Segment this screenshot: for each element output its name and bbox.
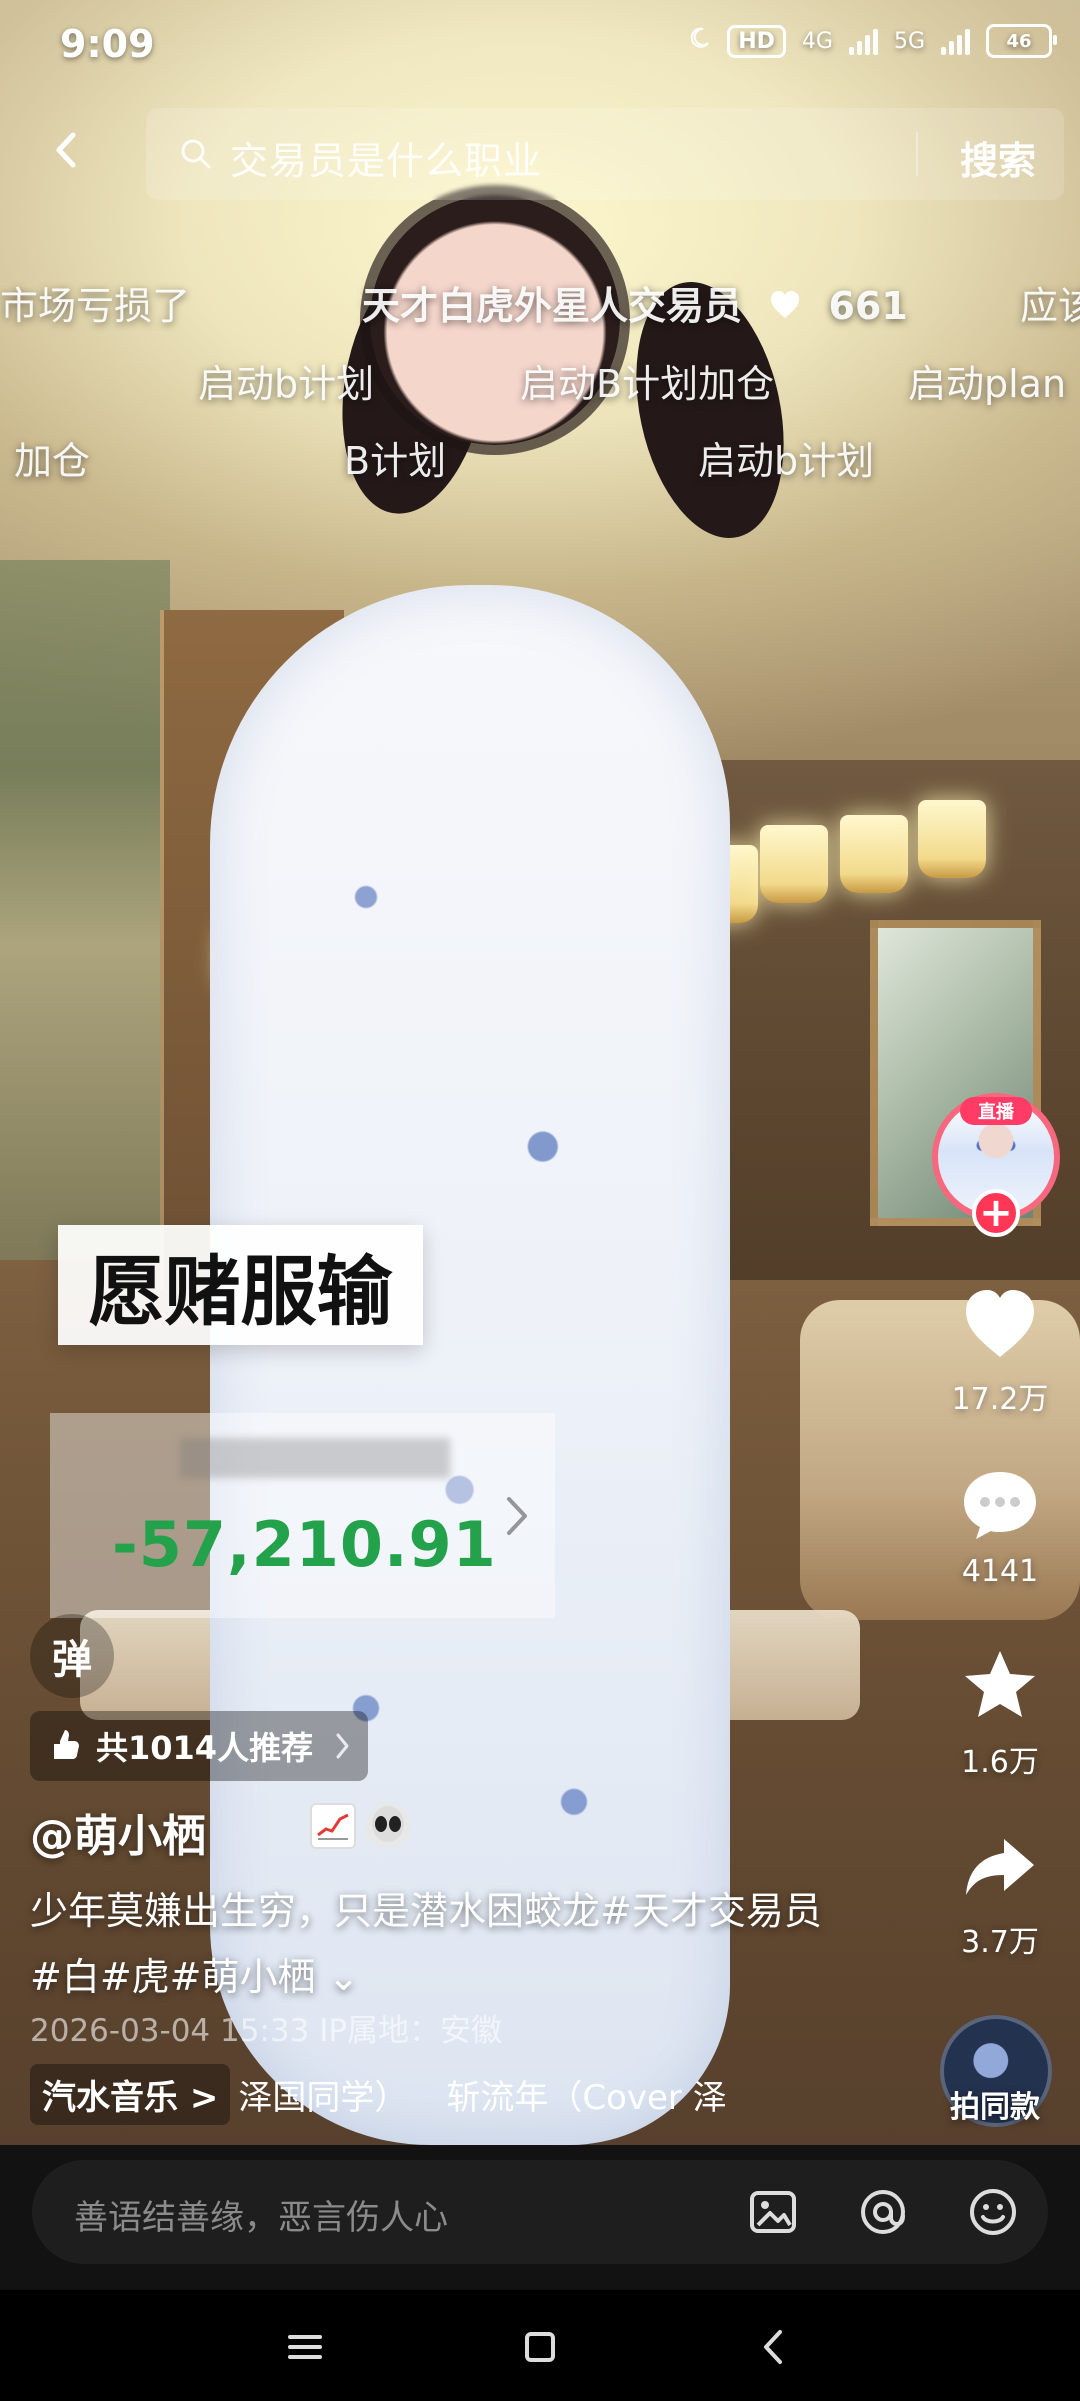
live-badge: 直播 xyxy=(960,1097,1032,1125)
system-nav-bar xyxy=(0,2290,1080,2401)
loss-card: -57,210.91 xyxy=(50,1413,555,1618)
danmaku-like-count: 661 xyxy=(828,284,908,328)
comment-button[interactable]: 4141 xyxy=(930,1460,1070,1589)
chevron-right-icon xyxy=(499,1489,535,1543)
recommend-chip[interactable]: 共1014人推荐 xyxy=(30,1711,368,1781)
expand-caption-icon[interactable]: ⌄ xyxy=(328,1955,360,1999)
emoji-icon[interactable] xyxy=(962,2181,1024,2243)
caption-text: 少年莫嫌出生穷，只是潜水困蛟龙#天才交易员#白#虎#萌小栖 xyxy=(30,1889,822,1999)
danmaku-item: 应该 xyxy=(1020,284,1080,328)
author-name[interactable]: @萌小栖 xyxy=(30,1800,206,1864)
like-count: 17.2万 xyxy=(951,1382,1049,1417)
video-detail-screen: 9:09 HD 4G 5G 46 交易员是什么职业 搜索 市场亏损了 天才白虎外… xyxy=(0,0,1080,2401)
favorite-count: 1.6万 xyxy=(961,1745,1039,1780)
share-icon xyxy=(966,1839,1034,1895)
danmaku-item: 天才白虎外星人交易员 661 xyxy=(362,275,908,330)
comment-icon xyxy=(964,1472,1036,1539)
star-icon xyxy=(965,1651,1035,1717)
danmaku-toggle-button[interactable]: 弹 xyxy=(30,1614,114,1698)
heart-icon xyxy=(966,1290,1034,1357)
lamp-shade xyxy=(840,815,908,893)
signal-icon xyxy=(848,27,878,55)
comment-count: 4141 xyxy=(961,1554,1039,1589)
search-button[interactable]: 搜索 xyxy=(960,130,1036,185)
left-wall-decor xyxy=(0,560,170,1260)
share-count: 3.7万 xyxy=(961,1925,1039,1960)
follow-button[interactable]: + xyxy=(972,1189,1020,1237)
chart-emoji-icon xyxy=(310,1803,356,1849)
danmaku-item: 启动b计划 xyxy=(698,439,875,483)
danmaku-item: 启动b计划 xyxy=(198,362,375,406)
danmaku-text: 天才白虎外星人交易员 xyxy=(362,284,743,328)
status-icons: HD 4G 5G 46 xyxy=(687,24,1057,58)
lamp-shade xyxy=(760,825,828,903)
back-icon[interactable] xyxy=(38,120,98,180)
search-divider xyxy=(916,132,918,176)
status-time: 9:09 xyxy=(60,22,155,66)
alien-emoji-icon xyxy=(366,1804,410,1848)
share-button[interactable]: 3.7万 xyxy=(930,1823,1070,1961)
post-caption: 少年莫嫌出生穷，只是潜水困蛟龙#天才交易员#白#虎#萌小栖 ⌄ xyxy=(30,1878,850,2010)
battery-indicator: 46 xyxy=(986,24,1057,58)
status-bar: 9:09 HD 4G 5G 46 xyxy=(0,0,1080,96)
moon-icon xyxy=(687,26,711,56)
network-5g-label: 5G xyxy=(893,28,925,54)
comment-placeholder[interactable]: 善语结善缘，恶言伤人心 xyxy=(74,2190,448,2239)
home-icon[interactable] xyxy=(515,2322,565,2372)
thumb-up-icon xyxy=(46,1727,84,1765)
at-icon[interactable] xyxy=(852,2181,914,2243)
lamp-shade xyxy=(918,800,986,878)
nav-back-icon[interactable] xyxy=(750,2322,800,2372)
music-track: 斩流年（Cover 泽 xyxy=(446,2077,727,2118)
bet-text-overlay: 愿赌服输 xyxy=(58,1225,423,1345)
author-emojis xyxy=(310,1803,410,1849)
comment-input[interactable]: 善语结善缘，恶言伤人心 xyxy=(32,2160,1048,2264)
danmaku-item: 启动B计划加仓 xyxy=(520,362,775,406)
favorite-button[interactable]: 1.6万 xyxy=(930,1643,1070,1781)
loss-value: -57,210.91 xyxy=(112,1508,497,1581)
image-icon[interactable] xyxy=(742,2181,804,2243)
network-4g-label: 4G xyxy=(801,28,833,54)
menu-icon[interactable] xyxy=(280,2322,330,2372)
signal-icon xyxy=(941,27,970,55)
search-bar[interactable]: 交易员是什么职业 搜索 xyxy=(146,108,1064,200)
chevron-right-icon xyxy=(334,1731,352,1761)
search-input[interactable]: 交易员是什么职业 xyxy=(230,130,542,185)
post-meta: 2026-03-04 15:33 IP属地：安徽 xyxy=(30,2013,503,2049)
music-row[interactable]: 汽水音乐 > 泽国同学） 斩流年（Cover 泽 xyxy=(30,2063,765,2125)
search-icon xyxy=(178,136,214,172)
danmaku-item: 启动plan xyxy=(908,362,1067,406)
heart-icon xyxy=(767,287,803,323)
recommend-text: 共1014人推荐 xyxy=(96,1729,314,1767)
danmaku-item: B计划 xyxy=(344,439,447,483)
creator-avatar-wrap[interactable]: 直播 + xyxy=(932,1093,1060,1237)
network-hd-badge: HD xyxy=(727,24,786,58)
blurred-label xyxy=(180,1438,450,1478)
music-chip[interactable]: 汽水音乐 > xyxy=(30,2063,231,2125)
music-track: 泽国同学） xyxy=(238,2077,409,2118)
like-button[interactable]: 17.2万 xyxy=(930,1280,1070,1418)
danmaku-item: 加仓 xyxy=(14,439,91,483)
same-style-label[interactable]: 拍同款 xyxy=(930,2082,1060,2126)
danmaku-item: 市场亏损了 xyxy=(0,284,191,328)
